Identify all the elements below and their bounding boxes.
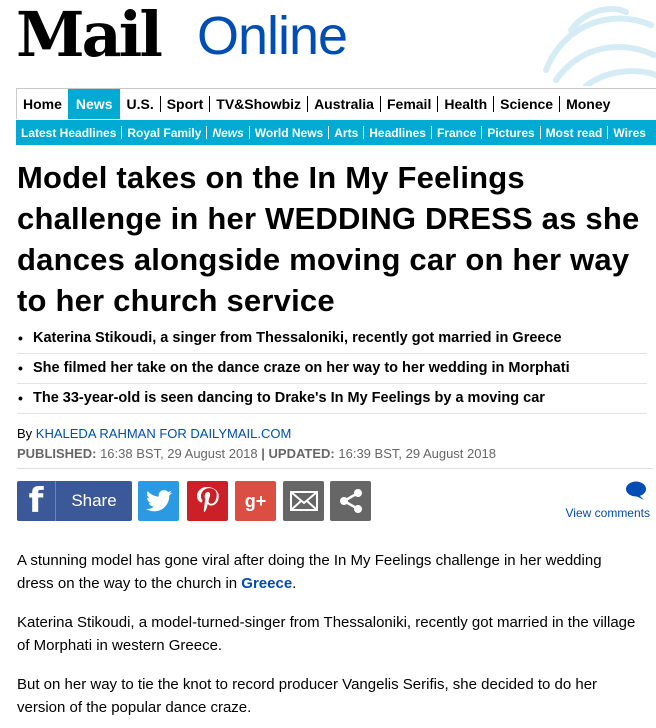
twitter-icon [145,490,172,512]
twitter-share-button[interactable] [138,481,179,521]
masthead-swirl-icon [543,6,656,86]
article-summary-bullets: Katerina Stikoudi, a singer from Thessal… [17,327,647,417]
more-share-button[interactable] [330,481,371,521]
updated-date: 16:39 BST, 29 August 2018 [338,446,496,461]
article-paragraph: But on her way to tie the knot to record… [17,676,598,716]
subnav-arts[interactable]: Arts [329,126,363,140]
nav-item-australia[interactable]: Australia [308,89,380,119]
published-label: PUBLISHED: [17,446,97,461]
nav-item-science[interactable]: Science [494,89,559,119]
subnav-headlines[interactable]: Headlines [364,126,431,140]
author-link[interactable]: KHALEDA RAHMAN FOR DAILYMAIL.COM [36,426,291,441]
nav-item-home[interactable]: Home [17,89,68,119]
subnav-royal-family[interactable]: Royal Family [122,126,206,140]
masthead: Mail Online [0,0,656,86]
logo-mail[interactable]: Mail [16,0,163,72]
article-paragraph: A stunning model has gone viral after do… [17,549,642,595]
nav-item-sport[interactable]: Sport [161,89,210,119]
article-paragraph: Katerina Stikoudi, a model-turned-singer… [17,614,636,654]
subnav-wires[interactable]: Wires [608,126,651,140]
subnav-pictures[interactable]: Pictures [482,126,539,140]
pinterest-icon [196,487,219,513]
logo-online[interactable]: Online [197,0,348,72]
share-icon [339,489,362,513]
secondary-nav: Latest Headlines Royal Family News World… [16,120,656,145]
nav-item-news[interactable]: News [67,89,121,119]
nav-item-money[interactable]: Money [560,89,616,119]
subnav-france[interactable]: France [432,126,481,140]
article-headline: Model takes on the In My Feelings challe… [17,160,640,318]
facebook-icon: f [17,481,56,521]
facebook-share-button[interactable]: f Share [17,481,132,521]
byline-prefix: By [17,426,33,441]
paragraph-text: . [292,575,297,592]
subnav-most-read[interactable]: Most read [541,126,608,140]
article-dates: PUBLISHED: 16:38 BST, 29 August 2018 | U… [17,445,496,463]
view-comments[interactable]: View comments [553,480,653,522]
byline: By KHALEDA RAHMAN FOR DAILYMAIL.COM [17,425,291,443]
nav-item-tv-showbiz[interactable]: TV&Showbiz [210,89,307,119]
updated-label: UPDATED: [268,446,335,461]
divider [17,468,653,469]
google-plus-share-button[interactable]: g+ [235,481,276,521]
nav-item-health[interactable]: Health [438,89,493,119]
google-plus-icon: g+ [244,490,267,511]
paragraph-text: A stunning model has gone viral after do… [17,552,602,592]
comment-bubble-icon [626,481,646,500]
nav-item-femail[interactable]: Femail [381,89,437,119]
email-icon [289,491,318,511]
nav-item-us[interactable]: U.S. [120,89,159,119]
summary-bullet: The 33-year-old is seen dancing to Drake… [17,387,647,414]
pinterest-share-button[interactable] [187,481,228,521]
view-comments-label[interactable]: View comments [566,506,650,520]
summary-bullet: Katerina Stikoudi, a singer from Thessal… [17,327,647,354]
published-date: 16:38 BST, 29 August 2018 [100,446,258,461]
subnav-world-news[interactable]: World News [250,126,328,140]
subnav-latest-headlines[interactable]: Latest Headlines [16,126,121,140]
email-share-button[interactable] [283,481,324,521]
greece-link[interactable]: Greece [241,575,292,592]
date-separator: | [261,446,265,461]
summary-bullet: She filmed her take on the dance craze o… [17,357,647,384]
facebook-share-label: Share [71,491,117,510]
subnav-news[interactable]: News [207,126,248,140]
primary-nav: Home News U.S. Sport TV&Showbiz Australi… [16,88,656,119]
